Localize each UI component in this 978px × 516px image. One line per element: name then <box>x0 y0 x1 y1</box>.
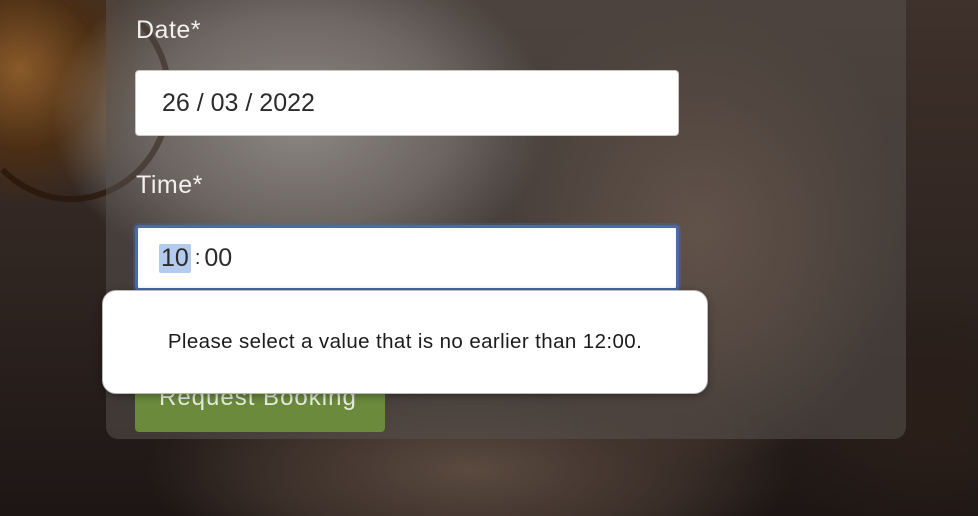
time-label: Time* <box>136 171 203 199</box>
time-hour-segment[interactable]: 10 <box>159 243 191 273</box>
validation-message: Please select a value that is no earlier… <box>167 330 643 353</box>
date-input[interactable]: 26 / 03 / 2022 <box>135 70 679 136</box>
validation-tooltip: Please select a value that is no earlier… <box>102 290 708 394</box>
time-input[interactable]: 10 : 00 <box>135 225 679 291</box>
time-separator: : <box>194 246 201 269</box>
date-label: Date* <box>136 16 202 44</box>
time-minute-segment[interactable]: 00 <box>204 244 232 273</box>
date-value: 26 / 03 / 2022 <box>162 88 315 117</box>
